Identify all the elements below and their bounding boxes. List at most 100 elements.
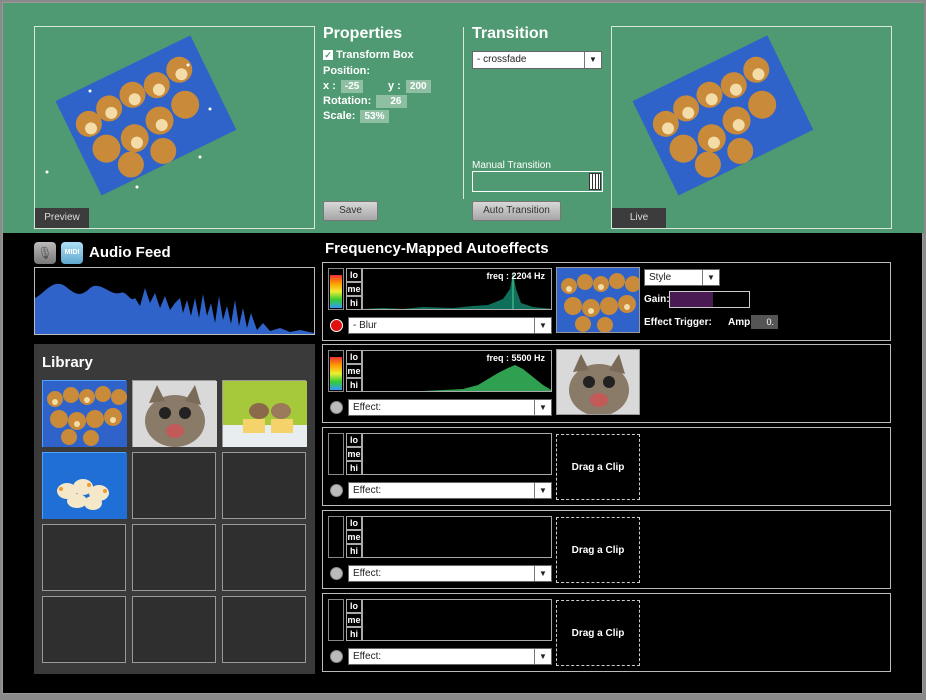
gain-label: Gain: bbox=[644, 294, 670, 305]
transform-box-label: Transform Box bbox=[336, 49, 414, 61]
effect-active-indicator[interactable] bbox=[330, 567, 343, 580]
transition-selected: - crossfade bbox=[477, 54, 527, 65]
autoeffect-row: lo me hi Effect: ▼ Drag a Clip bbox=[322, 593, 891, 672]
preview-monitor[interactable]: Preview bbox=[34, 26, 315, 229]
transition-select[interactable]: - crossfade ▼ bbox=[472, 51, 602, 69]
gain-bar[interactable] bbox=[669, 291, 750, 308]
drag-clip-target[interactable]: Drag a Clip bbox=[556, 517, 640, 583]
band-hi[interactable]: hi bbox=[346, 544, 362, 558]
band-hi[interactable]: hi bbox=[346, 296, 362, 310]
band-me[interactable]: me bbox=[346, 282, 362, 296]
band-me[interactable]: me bbox=[346, 364, 362, 378]
band-lo[interactable]: lo bbox=[346, 516, 362, 530]
transform-box-checkbox[interactable]: ✓ Transform Box bbox=[323, 49, 414, 61]
y-label: y : bbox=[388, 80, 401, 92]
library-clip-chicks[interactable] bbox=[42, 452, 127, 519]
library-slot-empty[interactable] bbox=[132, 524, 216, 591]
band-me[interactable]: me bbox=[346, 613, 362, 627]
level-meter bbox=[328, 350, 344, 392]
library-slot-empty[interactable] bbox=[222, 524, 306, 591]
library-slot-empty[interactable] bbox=[132, 452, 216, 519]
band-lo[interactable]: lo bbox=[346, 433, 362, 447]
effect-active-indicator[interactable] bbox=[330, 484, 343, 497]
effect-clip-kitten[interactable] bbox=[556, 349, 640, 415]
microphone-icon[interactable]: 🎙 bbox=[34, 242, 56, 264]
frequency-spectrum[interactable] bbox=[362, 516, 552, 558]
x-field[interactable]: -25 bbox=[340, 80, 364, 93]
scale-label: Scale: bbox=[323, 110, 356, 122]
effect-select[interactable]: Effect: ▼ bbox=[348, 482, 552, 499]
live-monitor[interactable]: Live bbox=[611, 26, 892, 229]
band-selector[interactable]: lo me hi bbox=[346, 268, 362, 310]
manual-transition-slider[interactable] bbox=[472, 171, 603, 192]
frequency-spectrum[interactable] bbox=[362, 433, 552, 475]
library-slot-empty[interactable] bbox=[42, 524, 126, 591]
preview-label: Preview bbox=[35, 208, 89, 228]
frequency-spectrum[interactable]: freq : 2204 Hz bbox=[362, 268, 552, 310]
library-slot-empty[interactable] bbox=[222, 452, 306, 519]
chevron-down-icon: ▼ bbox=[534, 483, 551, 498]
frequency-spectrum[interactable]: freq : 5500 Hz bbox=[362, 350, 552, 392]
rotation-field[interactable]: 26 bbox=[376, 95, 408, 108]
gain-fill bbox=[670, 292, 714, 307]
band-selector[interactable]: lo me hi bbox=[346, 516, 362, 558]
slider-handle[interactable] bbox=[589, 173, 601, 190]
library-slot-empty[interactable] bbox=[42, 596, 126, 663]
effect-select-label: - Blur bbox=[353, 320, 377, 331]
midi-button[interactable]: MIDI bbox=[61, 242, 83, 264]
library-clip-kitten[interactable] bbox=[132, 380, 217, 447]
effect-select[interactable]: Effect: ▼ bbox=[348, 565, 552, 582]
frequency-spectrum[interactable] bbox=[362, 599, 552, 641]
effect-active-indicator[interactable] bbox=[330, 319, 343, 332]
band-lo[interactable]: lo bbox=[346, 350, 362, 364]
band-hi[interactable]: hi bbox=[346, 461, 362, 475]
freq-readout: freq : 2204 Hz bbox=[486, 271, 545, 281]
band-lo[interactable]: lo bbox=[346, 268, 362, 282]
chevron-down-icon: ▼ bbox=[534, 566, 551, 581]
level-meter bbox=[328, 433, 344, 475]
scale-field[interactable]: 53% bbox=[360, 110, 389, 123]
effect-select-label: Effect: bbox=[353, 402, 382, 413]
library-slot-empty[interactable] bbox=[132, 596, 216, 663]
auto-transition-button[interactable]: Auto Transition bbox=[472, 201, 561, 221]
autoeffect-row: lo me hi Effect: ▼ Drag a Clip bbox=[322, 510, 891, 589]
live-image bbox=[632, 35, 814, 196]
drag-clip-target[interactable]: Drag a Clip bbox=[556, 600, 640, 666]
effect-trigger-label: Effect Trigger: bbox=[644, 317, 712, 328]
audio-feed-title: Audio Feed bbox=[89, 244, 171, 261]
library-clip-puppies[interactable] bbox=[42, 380, 127, 447]
app-window: Preview Properties ✓ Transform Box Positi… bbox=[2, 2, 924, 694]
library-clip-bunnies[interactable] bbox=[222, 380, 307, 447]
style-select[interactable]: Style ▼ bbox=[644, 269, 720, 286]
effect-select[interactable]: Effect: ▼ bbox=[348, 648, 552, 665]
effect-active-indicator[interactable] bbox=[330, 650, 343, 663]
band-selector[interactable]: lo me hi bbox=[346, 350, 362, 392]
properties-title: Properties bbox=[323, 25, 403, 42]
band-selector[interactable]: lo me hi bbox=[346, 433, 362, 475]
library-title: Library bbox=[42, 354, 93, 371]
transition-title: Transition bbox=[472, 25, 549, 42]
effect-select[interactable]: - Blur ▼ bbox=[348, 317, 552, 334]
chevron-down-icon: ▼ bbox=[702, 270, 719, 285]
save-button[interactable]: Save bbox=[323, 201, 378, 221]
checkbox-icon: ✓ bbox=[323, 50, 333, 60]
divider bbox=[463, 27, 464, 199]
y-field[interactable]: 200 bbox=[405, 80, 431, 93]
drag-clip-target[interactable]: Drag a Clip bbox=[556, 434, 640, 500]
band-me[interactable]: me bbox=[346, 530, 362, 544]
effect-active-indicator[interactable] bbox=[330, 401, 343, 414]
band-hi[interactable]: hi bbox=[346, 627, 362, 641]
band-lo[interactable]: lo bbox=[346, 599, 362, 613]
band-me[interactable]: me bbox=[346, 447, 362, 461]
preview-image[interactable] bbox=[35, 27, 315, 229]
autoeffect-row: lo me hi freq : 2204 Hz - Blur ▼ Style ▼ Gain: Ef… bbox=[322, 262, 891, 341]
band-selector[interactable]: lo me hi bbox=[346, 599, 362, 641]
level-meter bbox=[328, 516, 344, 558]
rotation-label: Rotation: bbox=[323, 95, 372, 107]
effect-select[interactable]: Effect: ▼ bbox=[348, 399, 552, 416]
style-select-label: Style bbox=[649, 272, 672, 283]
band-hi[interactable]: hi bbox=[346, 378, 362, 392]
effect-clip-puppies[interactable] bbox=[556, 267, 640, 333]
amp-field[interactable]: 0. bbox=[751, 315, 778, 329]
library-slot-empty[interactable] bbox=[222, 596, 306, 663]
